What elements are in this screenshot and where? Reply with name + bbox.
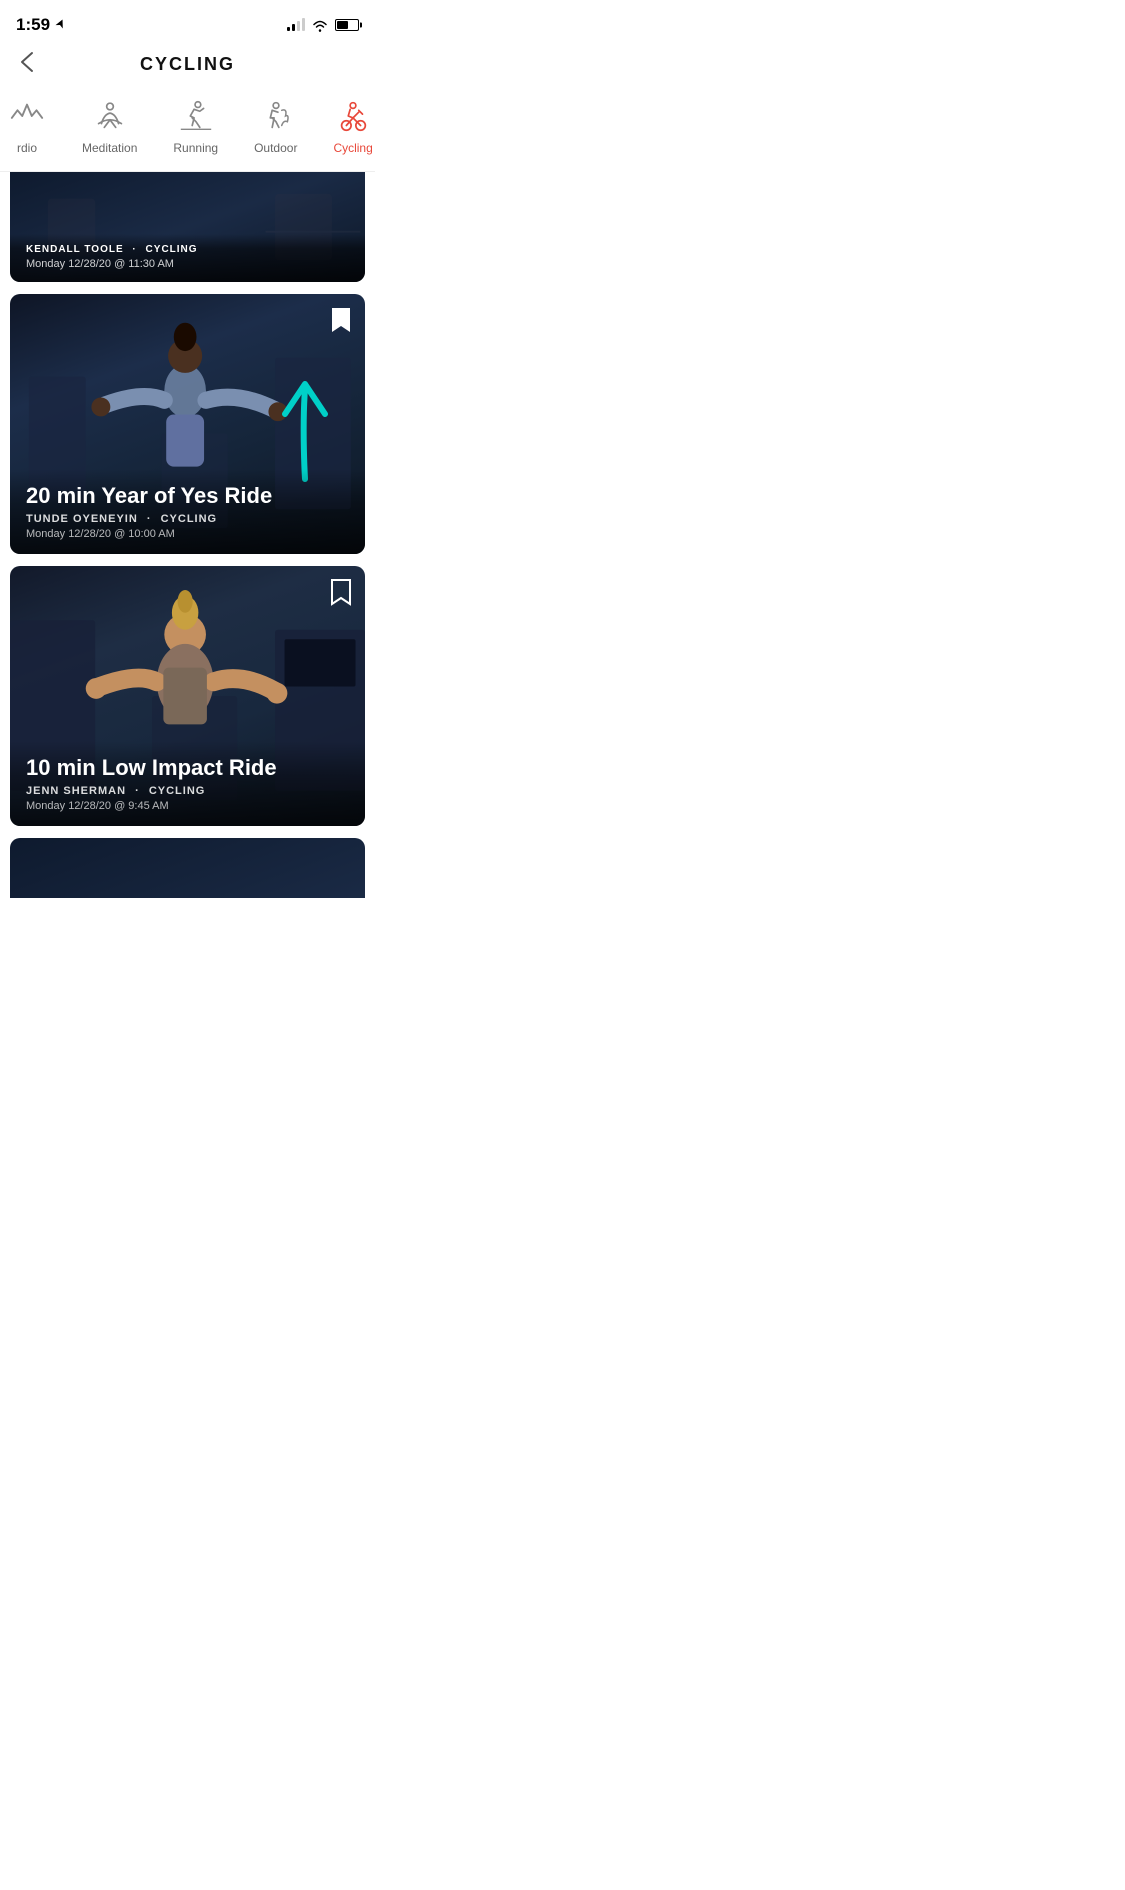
chevron-left-icon <box>20 51 34 73</box>
cycling-icon <box>334 97 372 135</box>
bookmark-button-year-of-yes[interactable] <box>329 306 353 337</box>
card-instructor-year-of-yes: TUNDE OYENEYIN · CYCLING <box>26 513 349 525</box>
sidebar-item-cardio[interactable]: rdio <box>0 93 64 159</box>
bookmark-button-low-impact[interactable] <box>329 578 353 609</box>
bookmark-icon-empty <box>329 578 353 606</box>
back-button[interactable] <box>16 47 38 83</box>
card-instructor-low-impact: JENN SHERMAN · CYCLING <box>26 785 349 797</box>
workout-card-year-of-yes[interactable]: 20 min Year of Yes Ride TUNDE OYENEYIN ·… <box>10 294 365 554</box>
meditation-icon <box>91 97 129 135</box>
wifi-icon <box>311 19 329 32</box>
card-date-low-impact: Monday 12/28/20 @ 9:45 AM <box>26 800 349 812</box>
header: CYCLING <box>0 44 375 85</box>
page-title: CYCLING <box>140 54 235 75</box>
cardio-label: rdio <box>17 141 37 155</box>
sidebar-item-outdoor[interactable]: Outdoor <box>236 93 315 159</box>
battery-icon <box>335 19 359 31</box>
card-title-low-impact: 10 min Low Impact Ride <box>26 755 349 781</box>
sidebar-item-meditation[interactable]: Meditation <box>64 93 155 159</box>
sidebar-item-cycling[interactable]: Cycling <box>315 93 375 159</box>
status-bar: 1:59 <box>0 0 375 44</box>
cycling-label: Cycling <box>333 141 372 155</box>
location-icon <box>54 19 66 31</box>
status-time: 1:59 <box>16 15 66 35</box>
category-nav: rdio Meditation Running Ou <box>0 85 375 172</box>
card-date-kendall: Monday 12/28/20 @ 11:30 AM <box>26 258 349 270</box>
outdoor-label: Outdoor <box>254 141 297 155</box>
sidebar-item-running[interactable]: Running <box>155 93 236 159</box>
card-title-year-of-yes: 20 min Year of Yes Ride <box>26 483 349 509</box>
card-date-year-of-yes: Monday 12/28/20 @ 10:00 AM <box>26 528 349 540</box>
signal-icon <box>287 19 305 31</box>
cards-container: KENDALL TOOLE · CYCLING Monday 12/28/20 … <box>0 172 375 918</box>
bookmark-icon-filled <box>329 306 353 334</box>
workout-card-low-impact[interactable]: 10 min Low Impact Ride JENN SHERMAN · CY… <box>10 566 365 826</box>
running-icon <box>177 97 215 135</box>
meditation-label: Meditation <box>82 141 137 155</box>
cardio-icon <box>8 97 46 135</box>
card-instructor-kendall: KENDALL TOOLE · CYCLING <box>26 244 349 255</box>
workout-card-partial-bottom[interactable] <box>10 838 365 898</box>
running-label: Running <box>173 141 218 155</box>
status-icons <box>287 19 359 32</box>
outdoor-icon <box>257 97 295 135</box>
workout-card-kendall[interactable]: KENDALL TOOLE · CYCLING Monday 12/28/20 … <box>10 172 365 282</box>
